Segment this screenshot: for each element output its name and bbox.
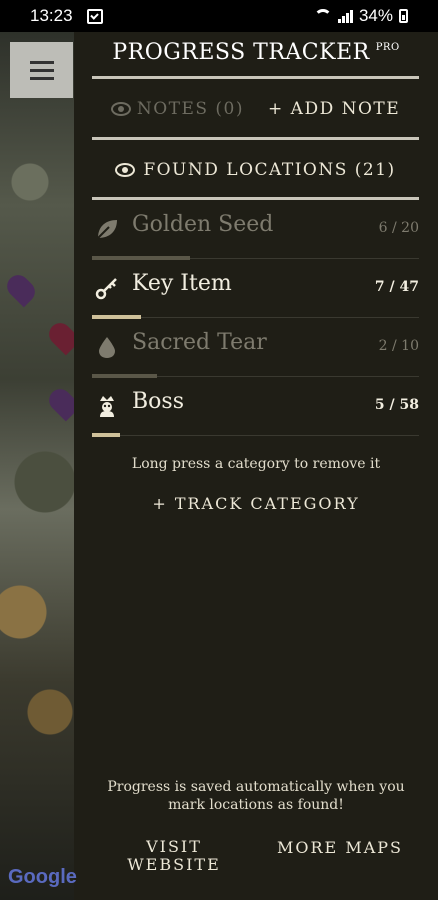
signal-icon [337, 9, 353, 23]
map-marker[interactable] [2, 270, 40, 308]
map-view[interactable] [0, 32, 82, 900]
category-count: 2 / 10 [378, 338, 419, 354]
status-time: 13:23 [30, 6, 73, 25]
category-count: 6 / 20 [378, 220, 419, 236]
category-key-item[interactable]: Key Item 7 / 47 [92, 259, 419, 319]
drop-icon [99, 337, 115, 358]
battery-percent: 34% [358, 6, 393, 25]
category-count: 7 / 47 [374, 279, 419, 295]
category-name: Golden Seed [132, 212, 274, 237]
track-category-button[interactable]: + TRACK CATEGORY [74, 494, 438, 513]
category-sacred-tear[interactable]: Sacred Tear 2 / 10 [92, 318, 419, 378]
notes-button[interactable]: NOTES (0) [110, 99, 245, 119]
menu-button[interactable] [10, 42, 73, 98]
status-bar: 13:23 34% [0, 0, 438, 32]
pro-badge: PRO [375, 42, 400, 53]
notes-row: NOTES (0) + ADD NOTE [92, 80, 419, 138]
visit-website-button[interactable]: VISIT WEBSITE [114, 838, 234, 874]
autosave-note: Progress is saved automatically when you… [107, 779, 405, 813]
found-locations-button[interactable]: FOUND LOCATIONS (21) [92, 141, 419, 199]
category-name: Key Item [132, 271, 232, 296]
add-note-button[interactable]: + ADD NOTE [268, 99, 400, 119]
more-maps-button[interactable]: MORE MAPS [270, 838, 410, 857]
category-count: 5 / 58 [374, 397, 419, 413]
category-name: Sacred Tear [132, 330, 267, 355]
battery-icon [399, 9, 408, 23]
progress-drawer: PROGRESS TRACKER PRO NOTES (0) + ADD NOTE… [74, 32, 438, 900]
category-progress-bar [92, 433, 120, 437]
key-icon [95, 278, 117, 300]
category-name: Boss [132, 389, 184, 414]
leaf-icon [97, 220, 117, 239]
found-locations-label: FOUND LOCATIONS (21) [143, 160, 396, 180]
eye-icon [115, 163, 136, 177]
remove-category-hint: Long press a category to remove it [131, 456, 381, 472]
google-logo: Google [8, 866, 77, 888]
wifi-icon [313, 9, 332, 23]
eye-icon [110, 102, 131, 116]
message-notification-icon [86, 8, 103, 24]
drawer-title-text: PROGRESS TRACKER [112, 40, 370, 65]
category-boss[interactable]: Boss 5 / 58 [92, 377, 419, 437]
drawer-title: PROGRESS TRACKER PRO [74, 40, 438, 65]
divider [92, 76, 419, 79]
notes-label: NOTES (0) [136, 99, 245, 119]
divider [92, 137, 419, 140]
category-golden-seed[interactable]: Golden Seed 6 / 20 [92, 200, 419, 260]
boss-crown-icon [100, 396, 114, 417]
